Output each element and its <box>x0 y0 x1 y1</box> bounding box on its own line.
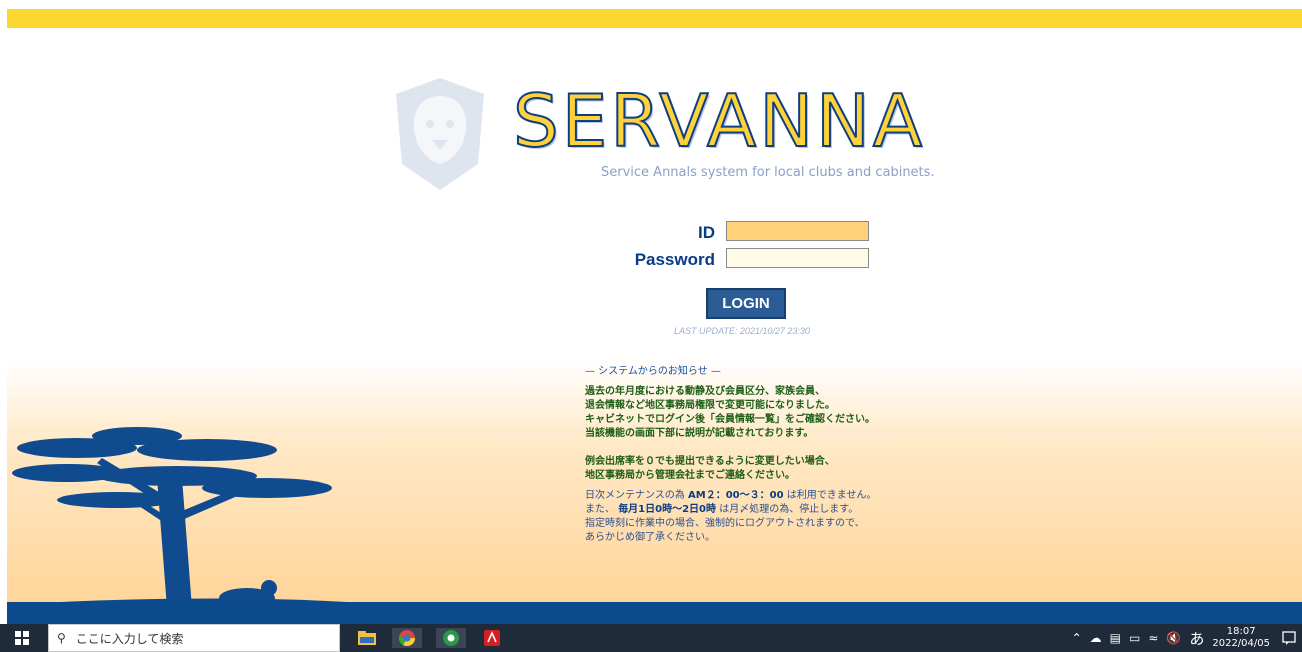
system-tray: ⌃ ☁ ▤ ▭ ≈ 🔇 あ 18:07 2022/04/05 <box>1072 624 1270 652</box>
notice-title: — システムからのお知らせ — <box>585 366 721 377</box>
search-placeholder: ここに入力して検索 <box>75 631 184 646</box>
notice-line: 過去の年月度における動静及び会員区分、家族会員、 <box>585 386 825 397</box>
system-notice: — システムからのお知らせ — 過去の年月度における動静及び会員区分、家族会員、… <box>585 365 965 545</box>
id-input[interactable] <box>726 221 869 241</box>
maintenance-line-4: あらかじめ御了承ください。 <box>585 532 715 543</box>
wifi-icon[interactable]: ≈ <box>1148 631 1158 645</box>
logo-wordmark: SERVANNA <box>512 79 926 163</box>
notice-line: キャビネットでログイン後「会員情報一覧」をご確認ください。 <box>585 414 875 425</box>
maintenance-line-1: 日次メンテナンスの為 AM２：00〜３：00 は利用できません。 <box>585 489 965 503</box>
file-explorer-icon[interactable] <box>356 628 378 648</box>
maintenance-time: AM２：00〜３：00 <box>688 490 784 501</box>
top-accent-bar <box>7 9 1302 28</box>
maintenance-text: また、 <box>585 504 615 515</box>
taskbar-search-box[interactable]: ⚲ ここに入力して検索 <box>48 624 340 652</box>
servanna-logo: SERVANNA Service Annals system for local… <box>512 79 943 185</box>
acacia-tree-silhouette <box>12 427 347 608</box>
maintenance-text: は月〆処理の為、停止します。 <box>719 504 859 515</box>
notice-line: 当該機能の画面下部に説明が記載されております。 <box>585 428 814 439</box>
notice-line: 例会出席率を０でも提出できるように変更したい場合、 <box>585 456 835 467</box>
last-update-text: LAST UPDATE: 2021/10/27 23:30 <box>674 326 810 336</box>
clock-date: 2022/04/05 <box>1212 638 1270 649</box>
cloud-icon[interactable]: ☁ <box>1090 631 1102 645</box>
clock-time: 18:07 <box>1226 626 1256 637</box>
volume-icon[interactable]: 🔇 <box>1166 631 1181 645</box>
lion-emblem-icon <box>396 78 484 190</box>
login-button[interactable]: LOGIN <box>706 288 786 319</box>
ime-indicator[interactable]: あ <box>1189 628 1204 649</box>
id-label: ID <box>698 223 715 242</box>
bottom-blue-band <box>7 602 1302 624</box>
taskbar-clock[interactable]: 18:07 2022/04/05 <box>1212 626 1270 650</box>
maintenance-text: 日次メンテナンスの為 <box>585 490 685 501</box>
password-label: Password <box>634 250 715 269</box>
search-icon: ⚲ <box>57 631 66 645</box>
windows-start-icon[interactable] <box>10 628 34 648</box>
chevron-up-icon[interactable]: ⌃ <box>1072 631 1082 645</box>
maintenance-line-3: 指定時刻に作業中の場合、強制的にログアウトされますので、 <box>585 518 865 529</box>
device-icon[interactable]: ▤ <box>1110 631 1121 645</box>
battery-icon[interactable]: ▭ <box>1129 631 1140 645</box>
chrome-icon[interactable] <box>392 628 422 648</box>
chrome-profile-icon[interactable] <box>436 628 466 648</box>
notice-line: 退会情報など地区事務局権限で変更可能になりました。 <box>585 400 835 411</box>
acrobat-icon[interactable] <box>480 628 504 648</box>
logo-tagline: Service Annals system for local clubs an… <box>601 165 935 180</box>
maintenance-line-2: また、 毎月1日0時〜2日0時 は月〆処理の為、停止します。 <box>585 503 965 517</box>
maintenance-text: は利用できません。 <box>786 490 877 501</box>
windows-taskbar: ⚲ ここに入力して検索 ⌃ ☁ ▤ ▭ ≈ 🔇 あ 18:07 2022/04/… <box>0 624 1302 652</box>
notice-line: 地区事務局から管理会社までご連絡ください。 <box>585 470 795 481</box>
notification-icon[interactable] <box>1280 628 1298 648</box>
maintenance-time: 毎月1日0時〜2日0時 <box>618 504 717 515</box>
password-input[interactable] <box>726 248 869 268</box>
